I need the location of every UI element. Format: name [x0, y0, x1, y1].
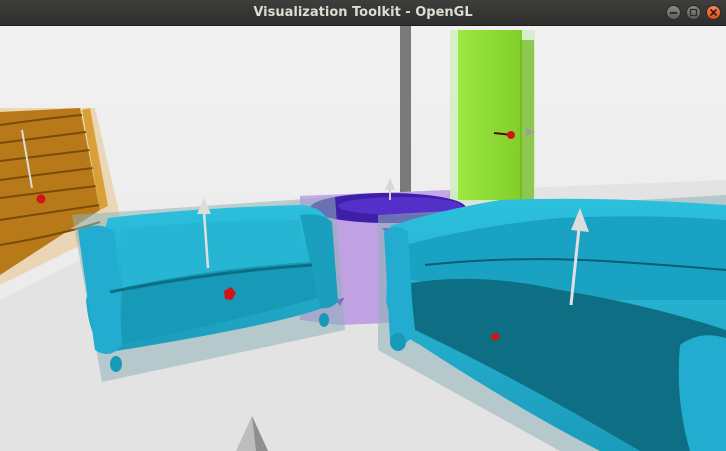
minimize-icon: [670, 12, 677, 14]
green-box-object: [450, 30, 535, 202]
close-button[interactable]: [706, 5, 721, 20]
green-box-marker: [507, 131, 515, 139]
bookshelf-marker: [36, 194, 46, 204]
title-bar[interactable]: Visualization Toolkit - OpenGL: [0, 0, 726, 26]
maximize-icon: [689, 8, 698, 17]
gray-pole-object: [400, 26, 411, 196]
minimize-button[interactable]: [666, 5, 681, 20]
maximize-button[interactable]: [686, 5, 701, 20]
close-icon: [709, 8, 718, 17]
window-title: Visualization Toolkit - OpenGL: [253, 5, 473, 20]
vtk-window: Visualization Toolkit - OpenGL: [0, 0, 726, 451]
render-viewport[interactable]: [0, 26, 726, 451]
